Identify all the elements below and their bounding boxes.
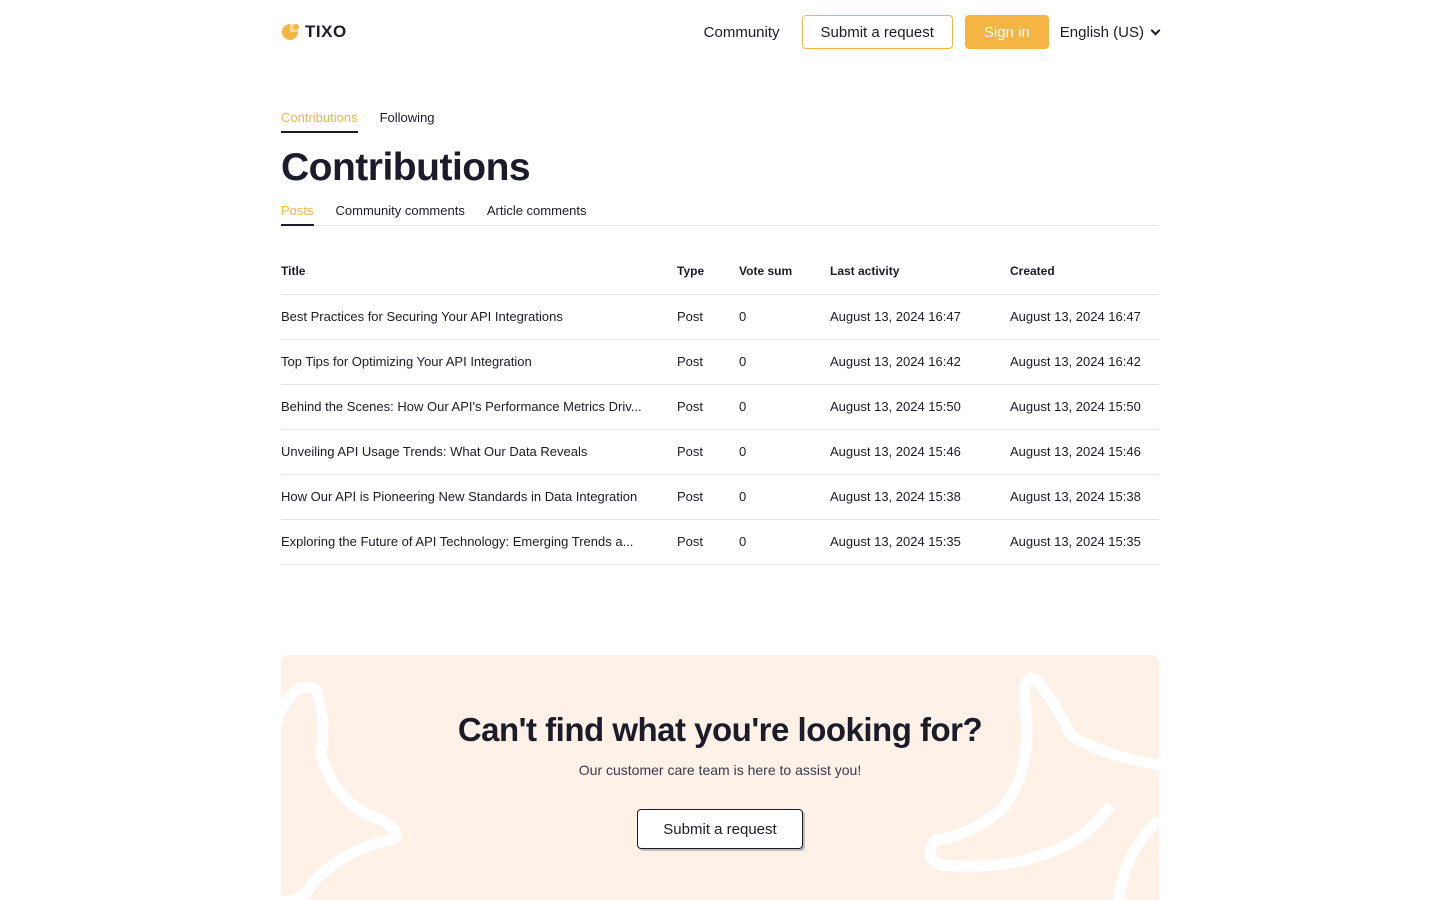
tab-posts[interactable]: Posts: [281, 203, 314, 226]
cta-subtitle: Our customer care team is here to assist…: [578, 762, 862, 778]
table-row: Exploring the Future of API Technology: …: [281, 519, 1159, 565]
posts-table: Title Type Vote sum Last activity Create…: [281, 249, 1159, 565]
post-vote-sum: 0: [739, 294, 830, 340]
page-title: Contributions: [281, 146, 531, 189]
table-row: Behind the Scenes: How Our API's Perform…: [281, 384, 1159, 430]
tab-contributions[interactable]: Contributions: [281, 110, 358, 133]
post-title-link[interactable]: Top Tips for Optimizing Your API Integra…: [281, 339, 677, 385]
profile-tabs: Contributions Following: [281, 110, 435, 133]
table-row: Best Practices for Securing Your API Int…: [281, 294, 1159, 340]
post-title-link[interactable]: Exploring the Future of API Technology: …: [281, 519, 677, 565]
site-header: TIXO Community Submit a request Sign in …: [281, 15, 1161, 49]
post-last-activity: August 13, 2024 15:50: [830, 384, 1010, 430]
post-last-activity: August 13, 2024 15:46: [830, 429, 1010, 475]
sign-in-button[interactable]: Sign in: [964, 15, 1049, 49]
post-type: Post: [677, 294, 739, 340]
header-nav: Community Submit a request Sign in Engli…: [704, 15, 1161, 49]
column-header-created: Created: [1010, 249, 1159, 295]
table-row: Top Tips for Optimizing Your API Integra…: [281, 339, 1159, 385]
cta-submit-request-button[interactable]: Submit a request: [637, 809, 803, 849]
post-title-link[interactable]: Unveiling API Usage Trends: What Our Dat…: [281, 429, 677, 475]
post-created: August 13, 2024 16:47: [1010, 294, 1159, 340]
post-title-link[interactable]: How Our API is Pioneering New Standards …: [281, 474, 677, 520]
column-header-last-activity: Last activity: [830, 249, 1010, 295]
column-header-title: Title: [281, 249, 677, 295]
table-header-row: Title Type Vote sum Last activity Create…: [281, 249, 1159, 295]
logo-mark-icon: [282, 24, 299, 40]
tab-community-comments[interactable]: Community comments: [336, 203, 465, 225]
chevron-down-icon: [1150, 25, 1161, 35]
post-last-activity: August 13, 2024 15:35: [830, 519, 1010, 565]
contribution-type-tabs: Posts Community comments Article comment…: [281, 203, 1159, 226]
post-vote-sum: 0: [739, 384, 830, 430]
post-vote-sum: 0: [739, 429, 830, 475]
post-type: Post: [677, 339, 739, 385]
post-type: Post: [677, 474, 739, 520]
post-created: August 13, 2024 15:35: [1010, 519, 1159, 565]
tixo-logo[interactable]: TIXO: [281, 22, 347, 41]
post-vote-sum: 0: [739, 339, 830, 385]
table-row: Unveiling API Usage Trends: What Our Dat…: [281, 429, 1159, 475]
post-title-link[interactable]: Best Practices for Securing Your API Int…: [281, 294, 677, 340]
tab-article-comments[interactable]: Article comments: [487, 203, 587, 225]
post-vote-sum: 0: [739, 474, 830, 520]
post-created: August 13, 2024 15:46: [1010, 429, 1159, 475]
post-type: Post: [677, 429, 739, 475]
post-last-activity: August 13, 2024 16:47: [830, 294, 1010, 340]
post-last-activity: August 13, 2024 15:38: [830, 474, 1010, 520]
post-created: August 13, 2024 16:42: [1010, 339, 1159, 385]
cta-title: Can't find what you're looking for?: [457, 711, 983, 748]
help-cta-banner: Can't find what you're looking for? Our …: [281, 655, 1159, 900]
post-last-activity: August 13, 2024 16:42: [830, 339, 1010, 385]
column-header-vote-sum: Vote sum: [739, 249, 830, 295]
table-row: How Our API is Pioneering New Standards …: [281, 474, 1159, 520]
post-created: August 13, 2024 15:38: [1010, 474, 1159, 520]
post-type: Post: [677, 384, 739, 430]
post-vote-sum: 0: [739, 519, 830, 565]
logo-text: TIXO: [305, 22, 347, 41]
tab-following[interactable]: Following: [380, 110, 435, 133]
community-link[interactable]: Community: [704, 24, 780, 41]
language-label: English (US): [1059, 23, 1144, 41]
post-created: August 13, 2024 15:50: [1010, 384, 1159, 430]
post-type: Post: [677, 519, 739, 565]
language-selector[interactable]: English (US): [1059, 23, 1161, 41]
column-header-type: Type: [677, 249, 739, 295]
post-title-link[interactable]: Behind the Scenes: How Our API's Perform…: [281, 384, 677, 430]
submit-request-button[interactable]: Submit a request: [801, 15, 953, 49]
